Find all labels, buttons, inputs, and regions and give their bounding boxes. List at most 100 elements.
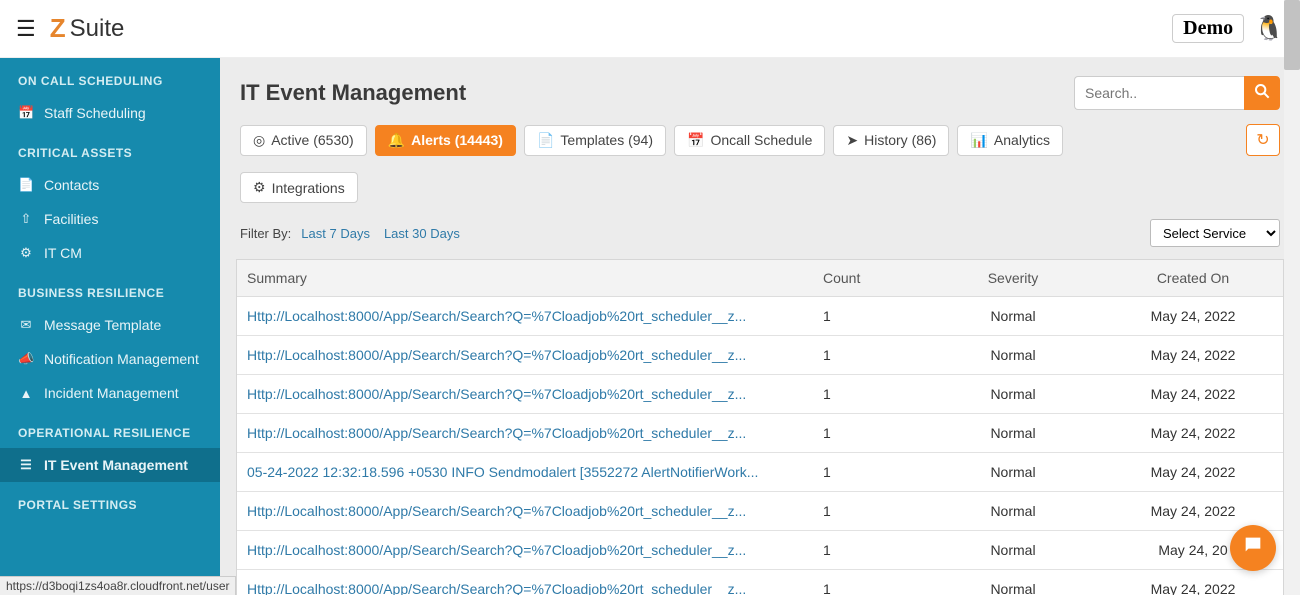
tab-analytics[interactable]: 📊 Analytics: [957, 125, 1062, 156]
cell-summary[interactable]: 05-24-2022 12:32:18.596 +0530 INFO Sendm…: [237, 453, 813, 492]
tab-label: Oncall Schedule: [710, 132, 812, 148]
sidebar-item-label: IT CM: [44, 245, 82, 261]
search-input[interactable]: [1074, 76, 1244, 110]
sidebar-item-label: Staff Scheduling: [44, 105, 146, 121]
megaphone-icon: 📣: [18, 351, 34, 367]
alerts-table: Summary Count Severity Created On Http:/…: [236, 259, 1284, 595]
tab-oncall-schedule[interactable]: 📅 Oncall Schedule: [674, 125, 825, 156]
col-header-severity[interactable]: Severity: [923, 260, 1103, 297]
menu-toggle-icon[interactable]: ☰: [16, 16, 36, 42]
cell-count: 1: [813, 297, 923, 336]
calendar-icon: 📅: [18, 105, 34, 121]
user-avatar-icon[interactable]: 🐧: [1254, 14, 1284, 43]
cell-count: 1: [813, 336, 923, 375]
chat-icon: [1242, 534, 1264, 562]
filter-row: Filter By: Last 7 Days Last 30 Days Sele…: [220, 213, 1300, 253]
gears-icon: ⚙: [253, 179, 266, 196]
tab-label: Analytics: [994, 132, 1050, 148]
sidebar-item-label: Contacts: [44, 177, 99, 193]
tab-history[interactable]: ➤ History (86): [833, 125, 949, 156]
tab-alerts[interactable]: 🔔 Alerts (14443): [375, 125, 516, 156]
sidebar-item-incident-management[interactable]: ▲ Incident Management: [0, 376, 220, 410]
reload-button[interactable]: ↻: [1246, 124, 1280, 156]
tab-templates[interactable]: 📄 Templates (94): [524, 125, 666, 156]
sidebar: ON CALL SCHEDULING 📅 Staff Scheduling CR…: [0, 58, 220, 595]
col-header-created[interactable]: Created On: [1103, 260, 1283, 297]
tab-label: Active (6530): [271, 132, 353, 148]
cell-created: May 24, 2022: [1103, 453, 1283, 492]
sidebar-heading-operational: OPERATIONAL RESILIENCE: [0, 410, 220, 448]
cell-summary[interactable]: Http://Localhost:8000/App/Search/Search?…: [237, 414, 813, 453]
cell-summary[interactable]: Http://Localhost:8000/App/Search/Search?…: [237, 297, 813, 336]
sidebar-item-message-template[interactable]: ✉ Message Template: [0, 308, 220, 342]
cell-count: 1: [813, 570, 923, 595]
table-row[interactable]: Http://Localhost:8000/App/Search/Search?…: [237, 375, 1283, 414]
sidebar-item-itcm[interactable]: ⚙ IT CM: [0, 236, 220, 270]
table-row[interactable]: 05-24-2022 12:32:18.596 +0530 INFO Sendm…: [237, 453, 1283, 492]
app-logo[interactable]: Z Suite: [50, 13, 125, 44]
search-box: [1074, 76, 1280, 110]
cell-count: 1: [813, 531, 923, 570]
table-row[interactable]: Http://Localhost:8000/App/Search/Search?…: [237, 414, 1283, 453]
cell-count: 1: [813, 414, 923, 453]
cell-created: May 24, 2022: [1103, 297, 1283, 336]
cell-summary[interactable]: Http://Localhost:8000/App/Search/Search?…: [237, 492, 813, 531]
chart-icon: 📊: [970, 132, 987, 149]
cell-created: May 24, 2022: [1103, 375, 1283, 414]
sidebar-heading-business: BUSINESS RESILIENCE: [0, 270, 220, 308]
cell-severity: Normal: [923, 531, 1103, 570]
bell-icon: 🔔: [388, 132, 405, 149]
table-row[interactable]: Http://Localhost:8000/App/Search/Search?…: [237, 297, 1283, 336]
sidebar-item-it-event-management[interactable]: ☰ IT Event Management: [0, 448, 220, 482]
cell-severity: Normal: [923, 297, 1103, 336]
demo-badge: Demo: [1172, 14, 1244, 43]
sidebar-item-notification-management[interactable]: 📣 Notification Management: [0, 342, 220, 376]
cell-summary[interactable]: Http://Localhost:8000/App/Search/Search?…: [237, 531, 813, 570]
table-row[interactable]: Http://Localhost:8000/App/Search/Search?…: [237, 570, 1283, 595]
cell-summary[interactable]: Http://Localhost:8000/App/Search/Search?…: [237, 375, 813, 414]
message-icon: ✉: [18, 317, 34, 333]
cell-severity: Normal: [923, 570, 1103, 595]
sidebar-item-contacts[interactable]: 📄 Contacts: [0, 168, 220, 202]
table-row[interactable]: Http://Localhost:8000/App/Search/Search?…: [237, 492, 1283, 531]
sidebar-item-facilities[interactable]: ⇧ Facilities: [0, 202, 220, 236]
target-icon: ◎: [253, 132, 265, 149]
filter-label: Filter By:: [240, 226, 291, 241]
search-button[interactable]: [1244, 76, 1280, 110]
cell-created: May 24, 2022: [1103, 336, 1283, 375]
col-header-summary[interactable]: Summary: [237, 260, 813, 297]
tab-label: History (86): [864, 132, 936, 148]
cell-severity: Normal: [923, 336, 1103, 375]
tab-label: Integrations: [272, 180, 345, 196]
brand-name: Suite: [70, 15, 125, 43]
chat-fab[interactable]: [1230, 525, 1276, 571]
filter-last-30-days[interactable]: Last 30 Days: [384, 226, 460, 241]
sidebar-heading-oncall: ON CALL SCHEDULING: [0, 58, 220, 96]
list-icon: ☰: [18, 457, 34, 473]
cell-severity: Normal: [923, 375, 1103, 414]
col-header-count[interactable]: Count: [813, 260, 923, 297]
table-row[interactable]: Http://Localhost:8000/App/Search/Search?…: [237, 336, 1283, 375]
sidebar-item-label: Notification Management: [44, 351, 199, 367]
page-scrollbar-thumb[interactable]: [1284, 0, 1300, 70]
tab-integrations[interactable]: ⚙ Integrations: [240, 172, 358, 203]
service-select[interactable]: Select Service: [1150, 219, 1280, 247]
cell-summary[interactable]: Http://Localhost:8000/App/Search/Search?…: [237, 570, 813, 595]
table-row[interactable]: Http://Localhost:8000/App/Search/Search?…: [237, 531, 1283, 570]
table-header-row: Summary Count Severity Created On: [237, 260, 1283, 297]
sidebar-item-label: Facilities: [44, 211, 98, 227]
logo-mark-icon: Z: [50, 13, 66, 44]
sidebar-heading-critical: CRITICAL ASSETS: [0, 130, 220, 168]
page-scrollbar[interactable]: [1284, 0, 1300, 595]
filter-last-7-days[interactable]: Last 7 Days: [301, 226, 370, 241]
tabs-row: ◎ Active (6530) 🔔 Alerts (14443) 📄 Templ…: [220, 124, 1300, 213]
sidebar-heading-portal: PORTAL SETTINGS: [0, 482, 220, 520]
sidebar-item-staff-scheduling[interactable]: 📅 Staff Scheduling: [0, 96, 220, 130]
grid-icon: 📅: [687, 132, 704, 149]
cell-created: May 24, 2022: [1103, 414, 1283, 453]
tab-label: Templates (94): [560, 132, 653, 148]
cell-count: 1: [813, 375, 923, 414]
tab-active[interactable]: ◎ Active (6530): [240, 125, 367, 156]
upload-icon: ⇧: [18, 211, 34, 227]
cell-summary[interactable]: Http://Localhost:8000/App/Search/Search?…: [237, 336, 813, 375]
